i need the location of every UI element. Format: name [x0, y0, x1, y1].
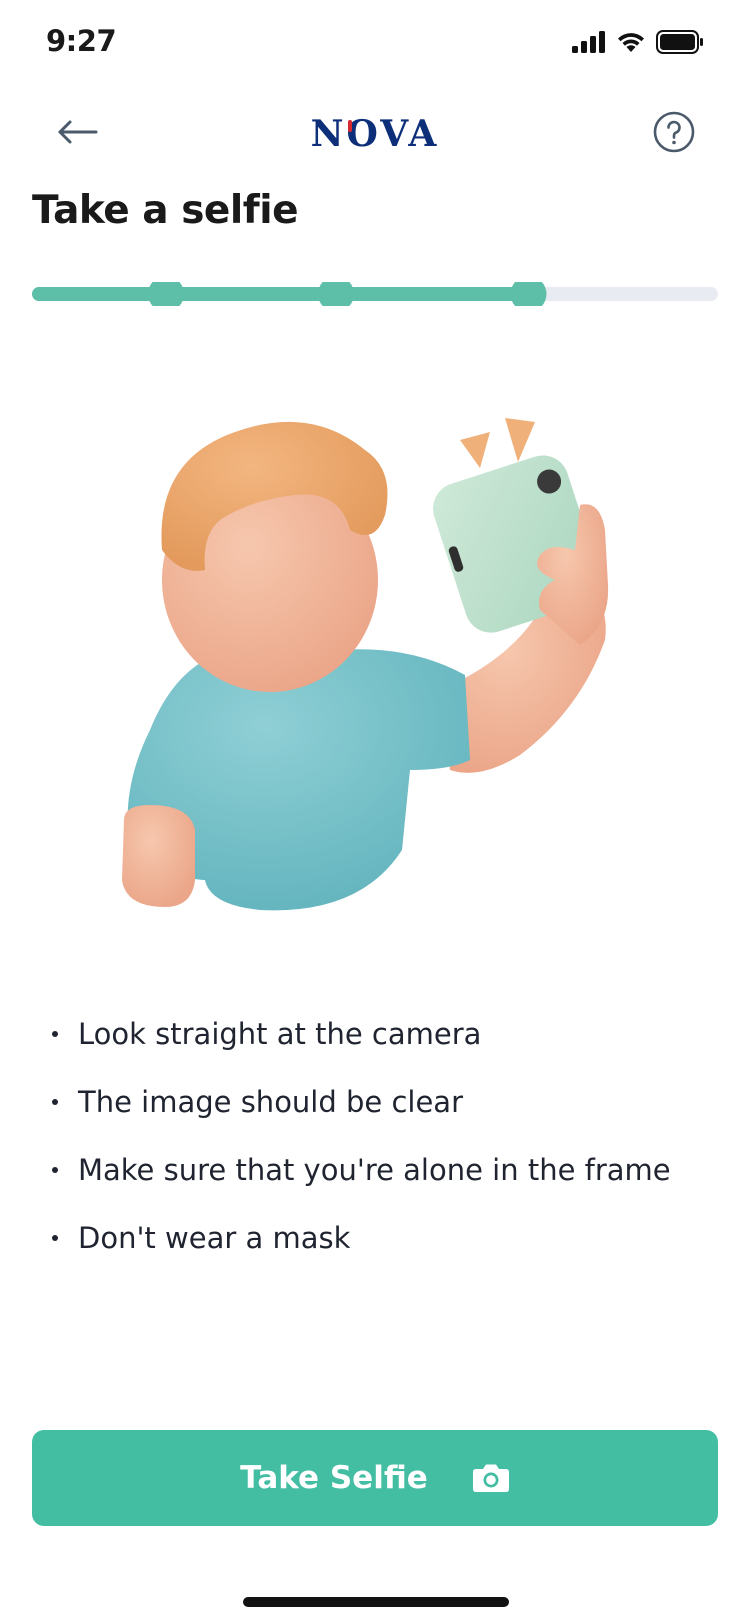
arrow-left-icon: [58, 120, 98, 144]
status-bar: 9:27: [0, 0, 750, 88]
help-button[interactable]: [652, 110, 696, 154]
battery-icon: [656, 30, 703, 54]
logo-power-mark: [348, 120, 352, 132]
progress-fill: [32, 287, 535, 301]
question-circle-icon: [653, 111, 695, 153]
tip-item: Look straight at the camera: [48, 1000, 671, 1068]
nova-logo: NOVA: [311, 113, 440, 155]
progress-step-dot: [318, 282, 354, 306]
page-title: Take a selfie: [32, 188, 299, 233]
nav-bar: NOVA: [0, 100, 750, 164]
progress-step-dot: [510, 282, 547, 306]
take-selfie-label: Take Selfie: [240, 1460, 428, 1496]
home-indicator: [243, 1597, 509, 1607]
status-icons: [572, 30, 704, 54]
wifi-icon: [618, 33, 644, 52]
tip-item: The image should be clear: [48, 1068, 671, 1136]
tip-item: Make sure that you're alone in the frame: [48, 1136, 671, 1204]
progress-stepper: [32, 282, 718, 306]
camera-icon: [472, 1464, 509, 1492]
tip-item: Don't wear a mask: [48, 1204, 671, 1272]
back-button[interactable]: [52, 112, 102, 152]
selfie-illustration: [122, 418, 609, 911]
svg-text:NOVA: NOVA: [311, 113, 440, 155]
status-time: 9:27: [46, 24, 117, 58]
take-selfie-button[interactable]: Take Selfie: [32, 1430, 718, 1526]
progress-step-dot: [148, 282, 184, 306]
signal-icon: [572, 31, 605, 53]
tips-list: Look straight at the camera The image sh…: [48, 1000, 671, 1272]
